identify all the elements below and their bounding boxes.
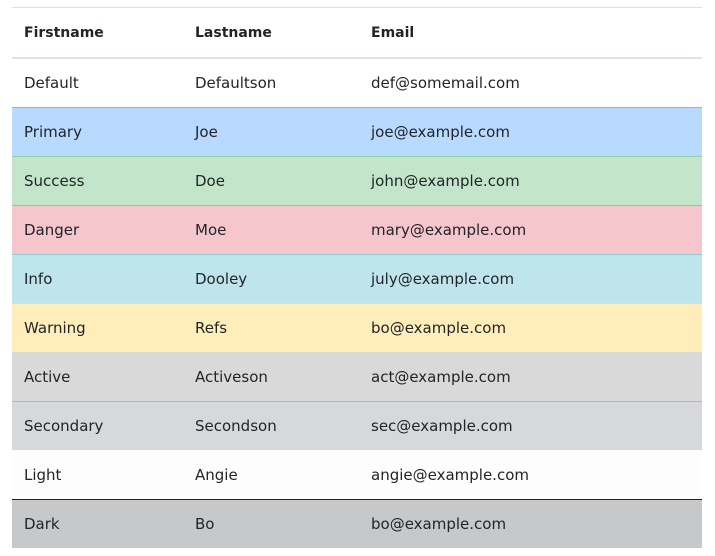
header-row: Firstname Lastname Email <box>12 7 702 59</box>
table-row-secondary: Secondary Secondson sec@example.com <box>12 401 702 451</box>
table-row-warning: Warning Refs bo@example.com <box>12 303 702 353</box>
cell-lastname: Dooley <box>183 254 359 304</box>
table-row-danger: Danger Moe mary@example.com <box>12 205 702 255</box>
cell-firstname: Light <box>12 450 183 500</box>
cell-email: bo@example.com <box>359 499 702 548</box>
cell-email: mary@example.com <box>359 205 702 255</box>
cell-email: john@example.com <box>359 156 702 206</box>
cell-lastname: Activeson <box>183 352 359 402</box>
cell-email: july@example.com <box>359 254 702 304</box>
table-row-dark: Dark Bo bo@example.com <box>12 499 702 548</box>
cell-firstname: Default <box>12 58 183 108</box>
header-firstname: Firstname <box>12 7 183 59</box>
contextual-classes-table: Firstname Lastname Email Default Default… <box>12 7 702 548</box>
table-container: Firstname Lastname Email Default Default… <box>12 7 702 548</box>
cell-lastname: Doe <box>183 156 359 206</box>
cell-firstname: Warning <box>12 303 183 353</box>
cell-email: bo@example.com <box>359 303 702 353</box>
table-header: Firstname Lastname Email <box>12 7 702 59</box>
cell-email: sec@example.com <box>359 401 702 451</box>
cell-firstname: Primary <box>12 107 183 157</box>
table-row-default: Default Defaultson def@somemail.com <box>12 58 702 108</box>
cell-email: angie@example.com <box>359 450 702 500</box>
table-row-info: Info Dooley july@example.com <box>12 254 702 304</box>
cell-lastname: Bo <box>183 499 359 548</box>
table-row-active: Active Activeson act@example.com <box>12 352 702 402</box>
table-body: Default Defaultson def@somemail.com Prim… <box>12 58 702 548</box>
table-row-primary: Primary Joe joe@example.com <box>12 107 702 157</box>
table-row-success: Success Doe john@example.com <box>12 156 702 206</box>
cell-lastname: Secondson <box>183 401 359 451</box>
header-lastname: Lastname <box>183 7 359 59</box>
cell-email: act@example.com <box>359 352 702 402</box>
cell-firstname: Dark <box>12 499 183 548</box>
cell-firstname: Info <box>12 254 183 304</box>
cell-firstname: Active <box>12 352 183 402</box>
cell-firstname: Danger <box>12 205 183 255</box>
cell-firstname: Secondary <box>12 401 183 451</box>
cell-lastname: Joe <box>183 107 359 157</box>
cell-firstname: Success <box>12 156 183 206</box>
cell-lastname: Moe <box>183 205 359 255</box>
cell-lastname: Defaultson <box>183 58 359 108</box>
cell-lastname: Refs <box>183 303 359 353</box>
cell-email: def@somemail.com <box>359 58 702 108</box>
cell-email: joe@example.com <box>359 107 702 157</box>
table-row-light: Light Angie angie@example.com <box>12 450 702 500</box>
cell-lastname: Angie <box>183 450 359 500</box>
header-email: Email <box>359 7 702 59</box>
